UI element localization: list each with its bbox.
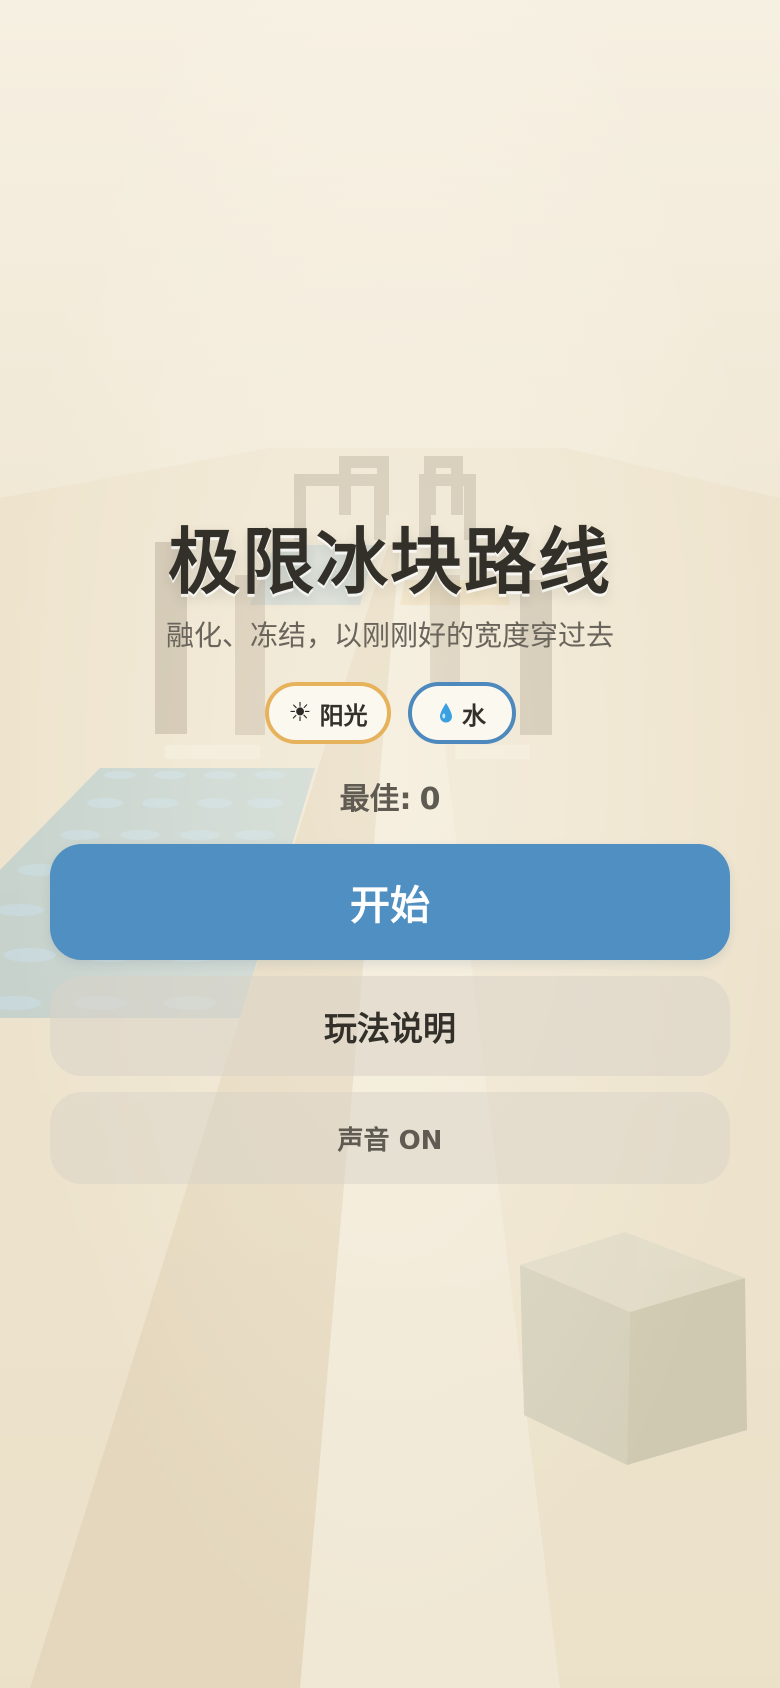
start-button[interactable]: 开始 — [50, 844, 730, 960]
legend-sun-chip: ☀ 阳光 — [265, 682, 391, 744]
how-to-play-button-label: 玩法说明 — [324, 1009, 456, 1048]
legend-sun-label: 阳光 — [319, 701, 368, 730]
best-score: 最佳: 0 — [0, 774, 780, 818]
game-subtitle: 融化、冻结，以刚刚好的宽度穿过去 — [165, 619, 614, 652]
legend-water-label: 水 — [462, 701, 486, 730]
best-score-label: 最佳: — [339, 782, 412, 817]
water-drop-icon — [440, 703, 452, 723]
floor-plank-right — [455, 745, 530, 759]
best-score-value: 0 — [419, 782, 441, 817]
sun-icon: ☀ — [288, 698, 312, 728]
floor-plank-left — [165, 745, 260, 759]
how-to-play-button[interactable]: 玩法说明 — [50, 976, 730, 1076]
sound-toggle-button-label: 声音 ON — [337, 1125, 443, 1156]
game-title: 极限冰块路线 — [167, 520, 612, 604]
start-button-label: 开始 — [350, 883, 430, 929]
sound-toggle-button[interactable]: 声音 ON — [50, 1092, 730, 1184]
legend-water-chip: 水 — [408, 682, 516, 744]
